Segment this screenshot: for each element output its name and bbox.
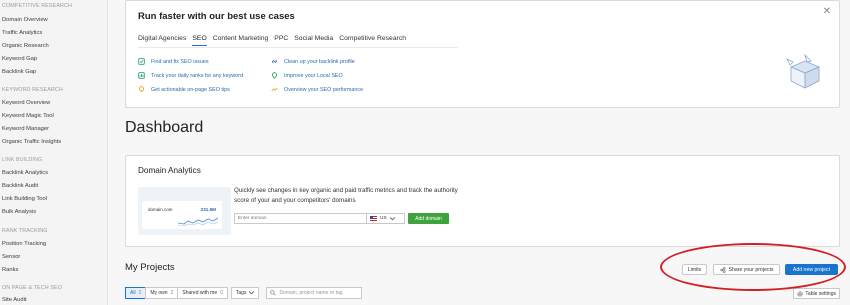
search-icon bbox=[270, 290, 277, 296]
tab-social-media[interactable]: Social Media bbox=[294, 35, 333, 46]
sidebar-item-keyword-magic-tool[interactable]: Keyword Magic Tool bbox=[2, 113, 54, 119]
sidebar-section-rank-tracking: RANK TRACKING bbox=[2, 228, 48, 234]
sidebar-section-link-building: LINK BUILDING bbox=[2, 157, 43, 163]
use-cases-title: Run faster with our best use cases bbox=[138, 11, 295, 22]
filter-label: Shared with me bbox=[182, 290, 218, 296]
location-pin-icon bbox=[271, 72, 278, 79]
filter-label: All bbox=[130, 290, 136, 296]
use-case-link-label: Track your daily ranks for any keyword bbox=[151, 72, 244, 79]
add-domain-button[interactable]: Add domain bbox=[408, 213, 449, 224]
sidebar-item-position-tracking[interactable]: Position Tracking bbox=[2, 241, 46, 247]
close-icon[interactable]: ✕ bbox=[823, 6, 831, 17]
sidebar-item-ranks[interactable]: Ranks bbox=[2, 267, 18, 273]
tab-competitive-research[interactable]: Competitive Research bbox=[339, 35, 406, 46]
use-case-link[interactable]: Find and fix SEO issues bbox=[138, 58, 209, 65]
use-case-link-label: Clean up your backlink profile bbox=[284, 58, 355, 65]
share-projects-button[interactable]: Share your projects bbox=[713, 264, 780, 275]
sidebar-item-keyword-overview[interactable]: Keyword Overview bbox=[2, 100, 50, 106]
tabs-divider bbox=[138, 47, 458, 48]
tab-content-marketing[interactable]: Content Marketing bbox=[213, 35, 269, 46]
site-audit-icon bbox=[138, 58, 145, 65]
use-case-link-label: Improve your Local SEO bbox=[284, 72, 343, 79]
chevron-down-icon bbox=[249, 291, 255, 295]
domain-input[interactable] bbox=[234, 213, 367, 224]
sidebar-item-sensor[interactable]: Sensor bbox=[2, 254, 20, 260]
illustration-box-icon bbox=[786, 53, 821, 89]
preview-metric: 231.5M bbox=[200, 207, 216, 212]
sidebar-section-on-page-tech-seo: ON PAGE & TECH SEO bbox=[2, 285, 63, 291]
tab-seo[interactable]: SEO bbox=[192, 35, 207, 46]
trend-icon bbox=[271, 87, 278, 92]
us-flag-icon bbox=[370, 216, 377, 221]
sidebar-item-organic-research[interactable]: Organic Research bbox=[2, 43, 49, 49]
gear-icon bbox=[797, 290, 804, 297]
use-case-link[interactable]: Clean up your backlink profile bbox=[271, 58, 355, 65]
sidebar-item-site-audit[interactable]: Site Audit bbox=[2, 297, 27, 303]
use-cases-card: Run faster with our best use cases ✕ Dig… bbox=[125, 0, 840, 108]
table-settings-button[interactable]: Table settings bbox=[793, 288, 840, 299]
sidebar-item-bulk-analysis[interactable]: Bulk Analysis bbox=[2, 209, 36, 215]
sidebar-item-link-building-tool[interactable]: Link Building Tool bbox=[2, 196, 47, 202]
sidebar-section-competitive-research: COMPETITIVE RESEARCH bbox=[2, 3, 72, 9]
limits-button[interactable]: Limits bbox=[682, 264, 707, 275]
preview-domain: domain.com bbox=[148, 207, 173, 212]
page-title: Dashboard bbox=[125, 119, 204, 136]
use-case-link[interactable]: Improve your Local SEO bbox=[271, 72, 343, 79]
use-cases-tabs: Digital Agencies SEO Content Marketing P… bbox=[138, 35, 406, 46]
tab-ppc[interactable]: PPC bbox=[274, 35, 288, 46]
tab-digital-agencies[interactable]: Digital Agencies bbox=[138, 35, 186, 46]
country-label: US bbox=[380, 216, 387, 221]
use-case-link-label: Overview your SEO performance bbox=[284, 86, 364, 93]
filter-tags[interactable]: Tags bbox=[230, 287, 260, 299]
search-placeholder: Domain, project name or tag bbox=[279, 290, 343, 296]
domain-analytics-card: Domain Analytics domain.com 231.5M Quick… bbox=[125, 155, 840, 247]
domain-analytics-description: Quickly see changes in key organic and p… bbox=[234, 187, 458, 204]
add-new-project-button[interactable]: Add new project bbox=[785, 264, 838, 275]
sparkline-icon bbox=[178, 217, 218, 227]
table-settings-label: Table settings bbox=[805, 290, 836, 297]
filter-count: 2 bbox=[170, 290, 174, 296]
sidebar-item-keyword-gap[interactable]: Keyword Gap bbox=[2, 56, 37, 62]
sidebar-item-keyword-manager[interactable]: Keyword Manager bbox=[2, 126, 49, 132]
sidebar-item-organic-traffic-insights[interactable]: Organic Traffic Insights bbox=[2, 139, 61, 145]
country-select[interactable]: US bbox=[366, 213, 405, 224]
share-projects-label: Share your projects bbox=[728, 266, 774, 273]
project-filters: All 2 My own 2 Shared with me 0 Tags Dom… bbox=[125, 287, 363, 299]
domain-analytics-preview: domain.com 231.5M bbox=[138, 187, 231, 235]
use-case-link[interactable]: Get actionable on-page SEO tips bbox=[138, 86, 230, 93]
use-case-link[interactable]: Overview your SEO performance bbox=[271, 86, 363, 93]
projects-title: My Projects bbox=[125, 262, 175, 273]
domain-analytics-title: Domain Analytics bbox=[138, 166, 201, 175]
filter-shared-with-me[interactable]: Shared with me 0 bbox=[177, 287, 228, 299]
use-case-link-label: Get actionable on-page SEO tips bbox=[151, 86, 230, 93]
main-content: Run faster with our best use cases ✕ Dig… bbox=[108, 0, 850, 305]
sidebar-item-backlink-gap[interactable]: Backlink Gap bbox=[2, 69, 36, 75]
sidebar-item-backlink-analytics[interactable]: Backlink Analytics bbox=[2, 170, 48, 176]
sidebar-item-domain-overview[interactable]: Domain Overview bbox=[2, 17, 48, 23]
position-tracking-icon bbox=[138, 72, 145, 79]
share-icon bbox=[720, 266, 725, 273]
filter-count: 2 bbox=[138, 290, 142, 296]
chevron-down-icon bbox=[389, 216, 395, 220]
filter-count: 0 bbox=[220, 290, 223, 296]
lightbulb-icon bbox=[138, 86, 145, 93]
project-search-field[interactable]: Domain, project name or tag bbox=[266, 287, 363, 299]
link-icon bbox=[272, 59, 277, 64]
filter-label: My own bbox=[150, 290, 168, 296]
sidebar-section-keyword-research: KEYWORD RESEARCH bbox=[2, 87, 63, 93]
sidebar-item-traffic-analytics[interactable]: Traffic Analytics bbox=[2, 30, 42, 36]
sidebar: COMPETITIVE RESEARCH Domain Overview Tra… bbox=[0, 0, 108, 305]
use-case-link-label: Find and fix SEO issues bbox=[151, 58, 209, 65]
filter-all[interactable]: All 2 bbox=[125, 287, 147, 299]
preview-panel: domain.com 231.5M bbox=[142, 201, 222, 229]
filter-my-own[interactable]: My own 2 bbox=[145, 287, 179, 299]
sidebar-item-backlink-audit[interactable]: Backlink Audit bbox=[2, 183, 38, 189]
filter-label: Tags bbox=[235, 290, 247, 296]
use-case-link[interactable]: Track your daily ranks for any keyword bbox=[138, 72, 243, 79]
